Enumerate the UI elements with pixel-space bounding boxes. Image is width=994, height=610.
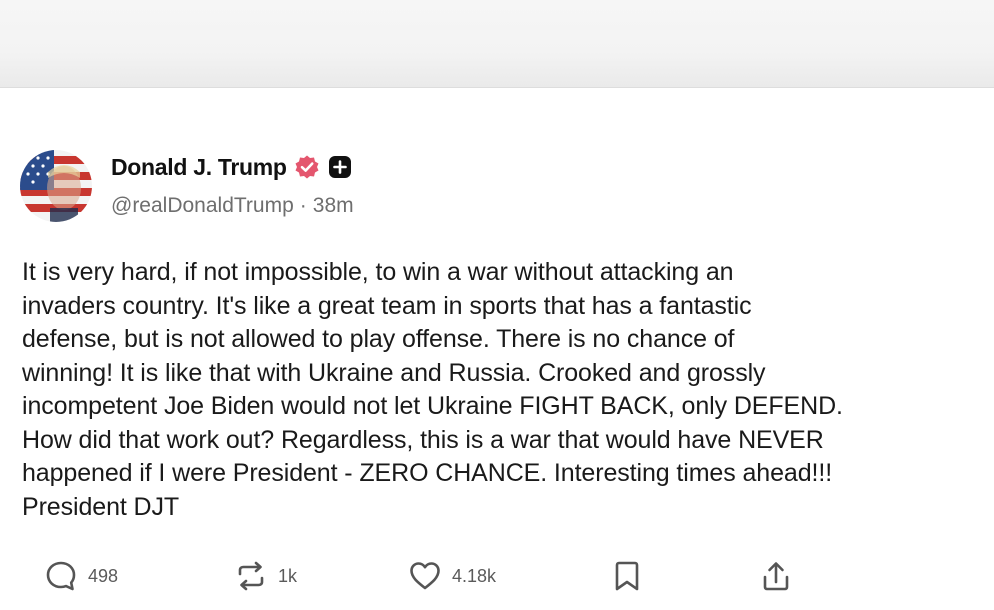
verified-badge-icon: [294, 154, 320, 180]
author-name-row: Donald J. Trump: [111, 152, 352, 182]
like-button[interactable]: 4.18k: [408, 556, 496, 596]
share-upload-icon: [763, 562, 789, 591]
heart-icon: [410, 562, 440, 590]
post-timestamp[interactable]: 38m: [313, 194, 354, 218]
author-avatar[interactable]: [20, 150, 92, 222]
like-count: 4.18k: [452, 565, 497, 586]
bookmark-button[interactable]: [612, 556, 642, 596]
author-meta-row: @realDonaldTrump · 38m: [111, 194, 354, 218]
meta-separator: ·: [299, 194, 307, 217]
reply-count: 498: [88, 565, 119, 586]
post-body-text: It is very hard, if not impossible, to w…: [22, 258, 843, 521]
author-display-name[interactable]: Donald J. Trump: [111, 154, 287, 181]
plus-square-icon[interactable]: [328, 155, 352, 179]
repost-button[interactable]: 1k: [234, 556, 297, 596]
top-header-band: [0, 0, 994, 88]
author-handle[interactable]: @realDonaldTrump: [111, 194, 294, 218]
repost-count: 1k: [278, 565, 298, 586]
reply-bubble-icon: [46, 561, 76, 591]
share-button[interactable]: [756, 556, 796, 596]
repost-arrows-icon: [238, 561, 264, 591]
post-action-bar: 498 1k 4.18k: [0, 556, 994, 596]
bookmark-icon: [615, 561, 639, 591]
reply-button[interactable]: 498: [44, 556, 118, 596]
post-card: Donald J. Trump @realDonaldTrump · 38m I…: [0, 88, 994, 610]
flag-portrait-avatar-icon: [20, 150, 92, 222]
